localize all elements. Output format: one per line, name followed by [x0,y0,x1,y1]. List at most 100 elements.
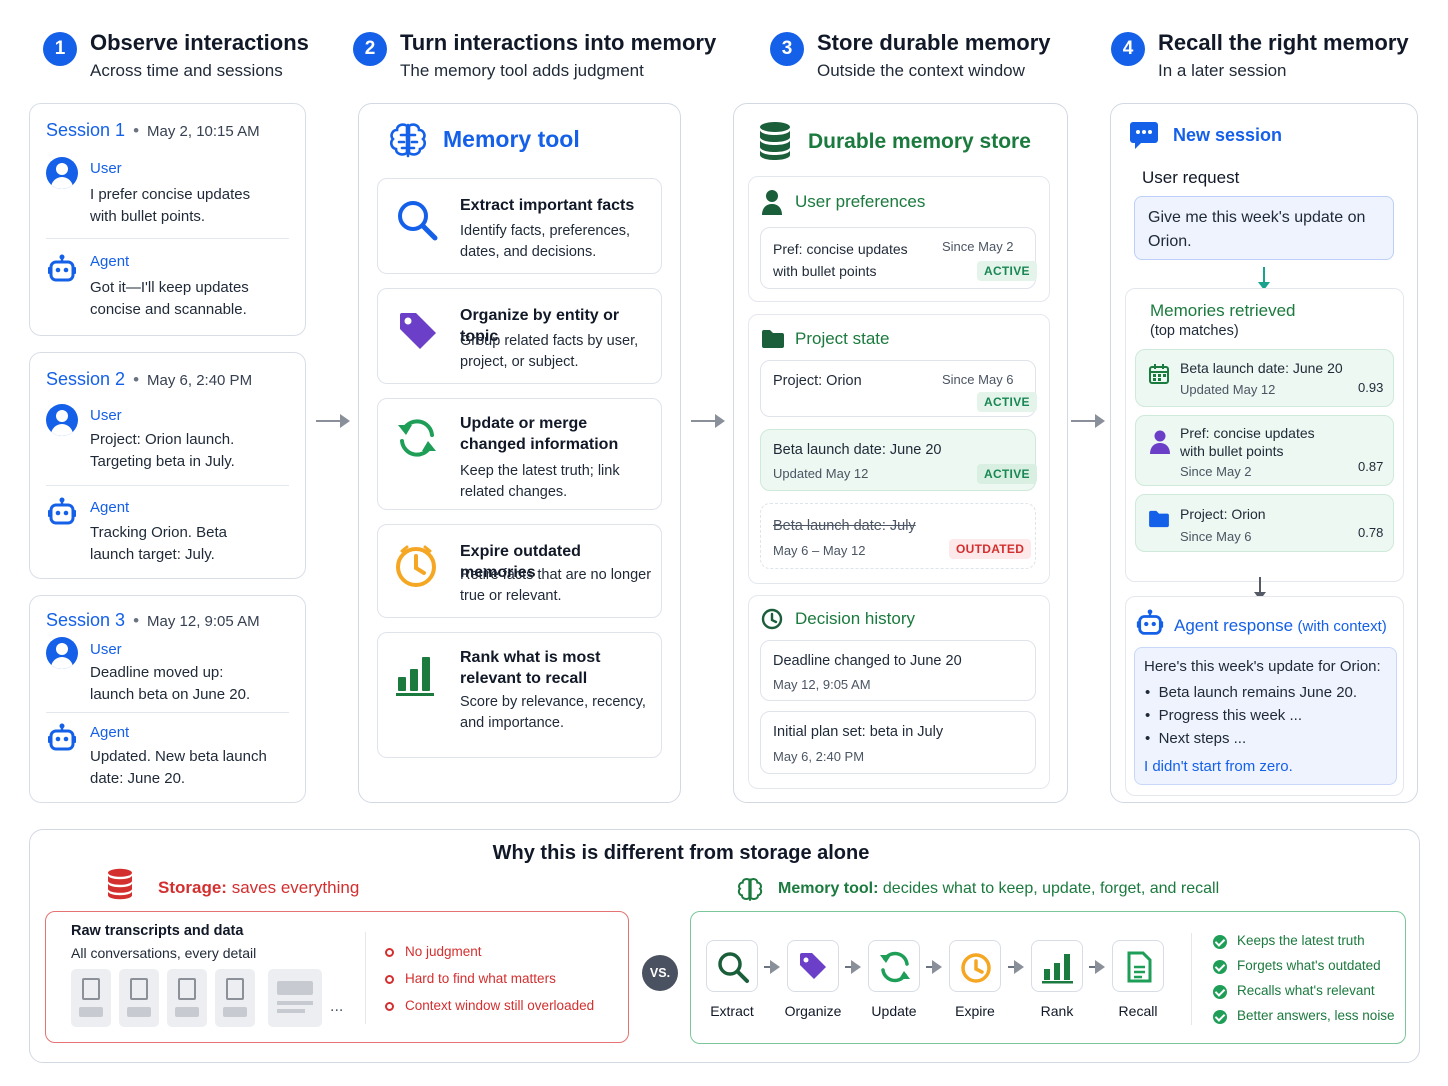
step-subtitle: The memory tool adds judgment [400,61,644,80]
memory-text: Beta launch date: June 20 [773,442,942,458]
document-icon [119,969,159,1027]
memory-text: Beta launch date: July [773,518,916,534]
section-title: Decision history [795,609,915,628]
pipeline-label: Expire [955,1003,995,1019]
document-icon [71,969,111,1027]
section-title: User preferences [795,192,926,211]
match-item: Project: Orion Since May 6 0.78 [1135,494,1394,552]
raw-title: Raw transcripts and data [71,923,244,939]
match-meta: Since May 6 [1180,529,1252,544]
pipeline-label: Recall [1118,1003,1158,1019]
user-avatar-icon [46,404,78,436]
step-subtitle: In a later session [1158,61,1287,80]
refresh-icon [398,419,436,457]
pipeline-arrow [845,960,861,974]
feature-organize: Organize by entity or topic Group relate… [377,288,662,384]
storage-box: Raw transcripts and data All conversatio… [45,911,629,1043]
memory-text: Pref: concise updates with bullet points [773,241,908,279]
refresh-icon [880,951,910,983]
step-title: Store durable memory [817,30,1051,55]
person-icon [762,190,782,215]
user-message: Deadline moved up: launch beta on June 2… [90,664,251,703]
agent-label: Agent [90,724,130,741]
tool-desc: decides what to keep, update, forget, an… [882,880,1220,897]
memory-tool-panel: Memory tool Extract important facts Iden… [358,103,681,803]
clock-icon [961,953,991,983]
user-avatar-icon [46,157,78,189]
pipeline-arrow [1089,960,1105,974]
feature-extract: Extract important facts Identify facts, … [377,178,662,274]
search-icon [398,201,438,241]
response-closing: I didn't start from zero. [1144,758,1293,775]
step-number: 1 [43,32,77,66]
retrieved-title: Memories retrieved [1150,301,1296,320]
database-icon [760,122,790,160]
folder-icon [1149,510,1169,528]
agent-message: Tracking Orion. Beta launch target: July… [90,524,227,563]
storage-label: Storage: [158,878,227,897]
section-title: Project state [795,329,890,348]
session-date: May 2, 10:15 AM [147,123,260,140]
feature-desc: Keep the latest truth; link related chan… [460,463,620,500]
agent-response-subtitle: (with context) [1297,618,1387,635]
data-block-icon [268,969,322,1027]
decision-meta: May 6, 2:40 PM [773,749,865,764]
vs-badge: VS. [642,955,678,991]
calendar-icon [1149,364,1169,384]
durable-store-panel: Durable memory store User preferences Pr… [733,103,1068,803]
check-icon [1213,960,1227,974]
session-card-1: Session 1 • May 2, 10:15 AM User I prefer … [29,103,306,336]
user-preferences-section: User preferences Pref: concise updates w… [748,176,1050,302]
person-icon [1150,430,1170,454]
feature-title: Rank what is most relevant to recall [460,649,601,687]
pipeline-label: Rank [1040,1003,1074,1019]
pipeline-rank [1031,940,1083,992]
benefit-item: Forgets what's outdated [1237,958,1381,973]
response-bullet: • Beta launch remains June 20. [1145,684,1358,701]
memory-meta: May 6 – May 12 [773,543,866,558]
user-label: User [90,160,122,177]
tag-icon [400,313,436,349]
match-text: Beta launch date: June 20 [1180,360,1343,376]
agent-message: Updated. New beta launch date: June 20. [90,748,267,787]
raw-subtitle: All conversations, every detail [71,945,257,961]
memory-item-updated: Beta launch date: June 20 Updated May 12… [760,429,1037,491]
match-text: Project: Orion [1180,506,1266,522]
flow-arrow [316,414,350,428]
status-badge: ACTIVE [977,464,1037,484]
bar-chart-icon [396,657,434,696]
search-icon [718,952,749,983]
document-icon [167,969,207,1027]
agent-label: Agent [90,253,130,270]
feature-expire: Expire outdated memories Retire facts th… [377,524,662,618]
divider [46,712,289,713]
pipeline-expire [949,940,1001,992]
problem-item: No judgment [405,944,482,959]
step-header-2: 2 Turn interactions into memory The memo… [353,30,723,90]
session-title: Session 2 [46,369,126,389]
step-subtitle: Outside the context window [817,61,1025,80]
memories-retrieved-section: Memories retrieved (top matches) Beta la… [1125,288,1404,582]
agent-response-section: Agent response (with context) Here's thi… [1125,596,1404,796]
feature-desc: Identify facts, preferences, dates, and … [460,223,631,260]
divider [365,932,366,1024]
feature-desc: Score by relevance, recency, and importa… [460,694,646,731]
session-date: May 6, 2:40 PM [147,372,253,389]
match-score: 0.87 [1358,459,1384,474]
clock-icon [761,608,783,630]
pipeline-arrow [764,960,780,974]
session-card-2: Session 2 • May 6, 2:40 PM User Project: O… [29,352,306,579]
memory-item: Pref: concise updates with bullet points… [760,227,1037,289]
decision-history-section: Decision history Deadline changed to Jun… [748,595,1050,789]
feature-desc: Group related facts by user, project, or… [460,333,639,370]
step-number: 3 [770,32,804,66]
agent-label: Agent [90,499,130,516]
pipeline-label: Organize [784,1003,842,1019]
response-intro: Here's this week's update for Orion: [1144,658,1381,675]
document-icon [215,969,255,1027]
match-meta: Updated May 12 [1180,382,1276,397]
problem-bullet-icon [385,948,394,957]
flow-arrow [1071,414,1105,428]
feature-update: Update or merge changed information Keep… [377,398,662,510]
user-message: I prefer concise updates with bullet poi… [90,186,251,225]
